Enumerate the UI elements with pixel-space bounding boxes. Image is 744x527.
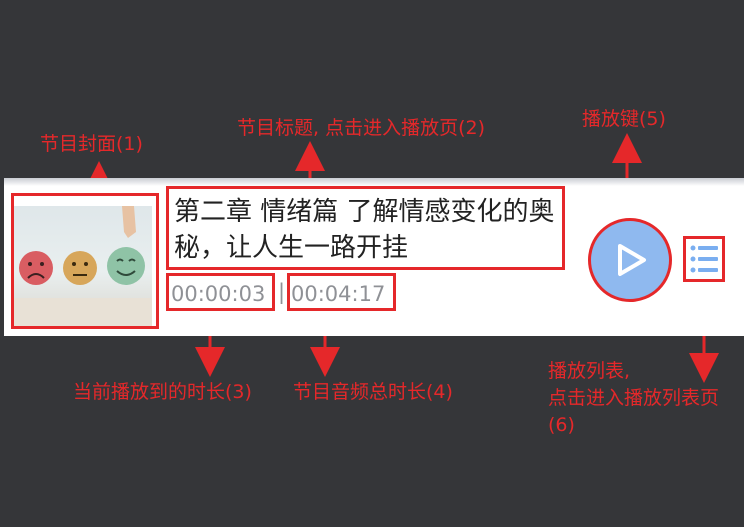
playlist-icon (690, 245, 718, 273)
play-icon (618, 244, 646, 276)
annotation-title: 节目标题, 点击进入播放页(2) (237, 117, 485, 139)
play-button[interactable] (588, 218, 672, 302)
top-edge-shadow (4, 178, 744, 186)
annotation-playlist-3: (6) (548, 414, 575, 436)
highlight-cover (11, 193, 159, 329)
highlight-total-time (287, 273, 396, 311)
annotation-play: 播放键(5) (582, 108, 666, 130)
highlight-current-time (166, 273, 275, 311)
annotation-total-time: 节目音频总时长(4) (293, 381, 453, 403)
annotation-playlist-1: 播放列表, (548, 360, 631, 382)
annotation-current-time: 当前播放到的时长(3) (73, 381, 252, 403)
annotation-playlist-2: 点击进入播放列表页 (548, 387, 720, 409)
playlist-button[interactable] (683, 236, 725, 282)
time-separator: | (278, 280, 286, 304)
highlight-title (166, 186, 565, 270)
annotation-cover: 节目封面(1) (40, 133, 143, 155)
